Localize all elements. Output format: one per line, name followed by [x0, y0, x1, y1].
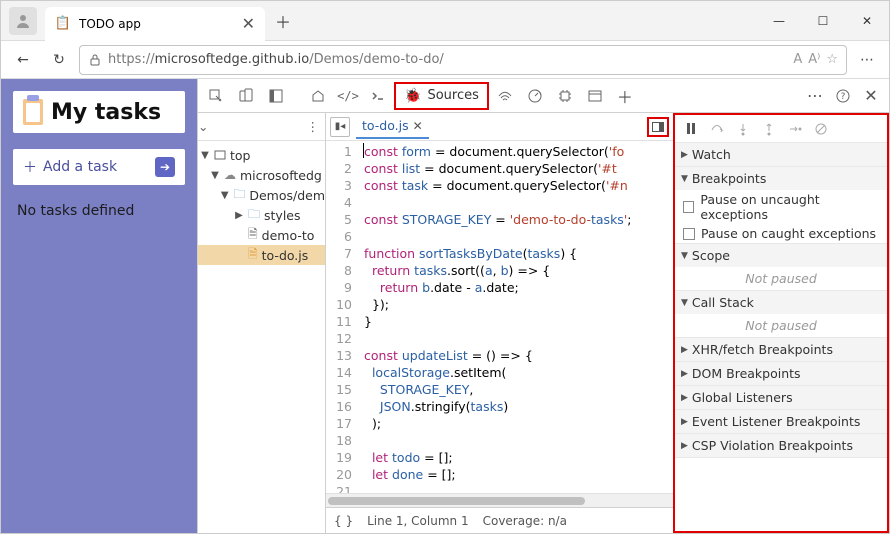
- sources-tab[interactable]: 🐞 Sources: [394, 82, 489, 110]
- editor-statusbar: { } Line 1, Column 1 Coverage: n/a: [326, 507, 673, 533]
- browser-toolbar: ← ↻ https://microsoftedge.github.io/Demo…: [1, 41, 889, 79]
- pause-button[interactable]: [681, 119, 701, 139]
- console-icon[interactable]: [364, 82, 392, 110]
- scope-section: ▼Scope Not paused: [675, 244, 887, 291]
- breakpoints-header[interactable]: ▼Breakpoints: [675, 167, 887, 190]
- window-close-icon[interactable]: ✕: [845, 1, 889, 41]
- pause-caught-checkbox[interactable]: Pause on caught exceptions: [675, 224, 887, 243]
- braces-icon[interactable]: { }: [334, 514, 353, 528]
- scope-header[interactable]: ▼Scope: [675, 244, 887, 267]
- editor-pane: ▮◂ to-do.js ✕ 12345678910111213141516171…: [326, 113, 673, 533]
- window-minimize-icon[interactable]: —: [757, 1, 801, 41]
- bug-icon: 🐞: [404, 88, 421, 104]
- devtools-more-icon[interactable]: ⋯: [801, 82, 829, 110]
- add-task-label: Add a task: [43, 159, 117, 175]
- svg-text:?: ?: [841, 92, 846, 102]
- editor-tabs: ▮◂ to-do.js ✕: [326, 113, 673, 141]
- tree-styles[interactable]: ▶🗀styles: [198, 205, 325, 225]
- horizontal-scrollbar[interactable]: [326, 493, 673, 507]
- reader-icon[interactable]: A: [793, 52, 802, 67]
- watch-section[interactable]: ▶Watch: [675, 143, 887, 167]
- step-out-icon[interactable]: [759, 119, 779, 139]
- submit-task-button[interactable]: ➔: [155, 157, 175, 177]
- help-icon[interactable]: ?: [829, 82, 857, 110]
- more-tabs-icon[interactable]: ＋: [611, 82, 639, 110]
- app-page: My tasks ＋ Add a task ➔ No tasks defined: [1, 79, 197, 533]
- app-header: My tasks: [13, 91, 185, 133]
- refresh-button[interactable]: ↻: [43, 44, 75, 76]
- url-text: https://microsoftedge.github.io/Demos/de…: [108, 52, 444, 67]
- global-section[interactable]: ▶Global Listeners: [675, 386, 887, 410]
- plus-icon: ＋: [23, 157, 37, 177]
- navigator-pane: ⌄ ⋮ ▼top ▼☁microsoftedg ▼🗀Demos/dem ▶🗀st…: [198, 113, 326, 533]
- toggle-navigator-icon[interactable]: ▮◂: [330, 117, 350, 137]
- new-tab-button[interactable]: ＋: [269, 7, 297, 35]
- chevron-down-icon: ⌄: [198, 119, 208, 134]
- tree-demos[interactable]: ▼🗀Demos/dem: [198, 185, 325, 205]
- code-content[interactable]: const form = document.querySelector('foc…: [358, 141, 673, 493]
- code-editor[interactable]: 123456789101112131415161718192021222324 …: [326, 141, 673, 493]
- dock-icon[interactable]: [262, 82, 290, 110]
- browser-titlebar: 📋 TODO app ✕ ＋ — ☐ ✕: [1, 1, 889, 41]
- add-task-input[interactable]: ＋ Add a task ➔: [13, 149, 185, 185]
- navigator-tabs[interactable]: ⌄ ⋮: [198, 113, 325, 141]
- breakpoints-section: ▼Breakpoints Pause on uncaught exception…: [675, 167, 887, 244]
- devtools-tabbar: </> 🐞 Sources ＋ ⋯ ? ✕: [198, 79, 889, 113]
- tab-favicon: 📋: [55, 16, 71, 32]
- tree-todojs[interactable]: 🗎to-do.js: [198, 245, 325, 265]
- dom-section[interactable]: ▶DOM Breakpoints: [675, 362, 887, 386]
- callstack-header[interactable]: ▼Call Stack: [675, 291, 887, 314]
- more-menu-button[interactable]: ⋯: [851, 44, 883, 76]
- site-info-icon[interactable]: [88, 53, 102, 67]
- favorites-icon[interactable]: ☆: [826, 52, 838, 67]
- tree-top[interactable]: ▼top: [198, 145, 325, 165]
- line-numbers: 123456789101112131415161718192021222324: [326, 141, 358, 493]
- elements-icon[interactable]: </>: [334, 82, 362, 110]
- step-into-icon[interactable]: [733, 119, 753, 139]
- callstack-not-paused: Not paused: [675, 314, 887, 337]
- debugger-controls: [675, 115, 887, 143]
- csp-section[interactable]: ▶CSP Violation Breakpoints: [675, 434, 887, 458]
- editor-tab-label: to-do.js: [362, 118, 409, 133]
- memory-icon[interactable]: [551, 82, 579, 110]
- performance-icon[interactable]: [521, 82, 549, 110]
- network-icon[interactable]: [491, 82, 519, 110]
- application-icon[interactable]: [581, 82, 609, 110]
- tab-close-icon[interactable]: ✕: [242, 14, 255, 33]
- app-title: My tasks: [51, 100, 161, 125]
- xhr-section[interactable]: ▶XHR/fetch Breakpoints: [675, 338, 887, 362]
- deactivate-breakpoints-icon[interactable]: [811, 119, 831, 139]
- callstack-section: ▼Call Stack Not paused: [675, 291, 887, 338]
- debugger-pane: ▶Watch ▼Breakpoints Pause on uncaught ex…: [673, 113, 889, 533]
- sources-tab-label: Sources: [427, 88, 478, 103]
- device-icon[interactable]: [232, 82, 260, 110]
- step-over-icon[interactable]: [707, 119, 727, 139]
- welcome-icon[interactable]: [304, 82, 332, 110]
- step-icon[interactable]: [785, 119, 805, 139]
- tree-host[interactable]: ▼☁microsoftedg: [198, 165, 325, 185]
- back-button[interactable]: ←: [7, 44, 39, 76]
- read-aloud-icon[interactable]: A⁾: [808, 52, 820, 67]
- scope-not-paused: Not paused: [675, 267, 887, 290]
- tab-title: TODO app: [79, 17, 234, 31]
- devtools-panel: </> 🐞 Sources ＋ ⋯ ? ✕ ⌄ ⋮: [197, 79, 889, 533]
- coverage-status: Coverage: n/a: [483, 514, 567, 528]
- pause-uncaught-checkbox[interactable]: Pause on uncaught exceptions: [675, 190, 887, 224]
- profile-avatar[interactable]: [9, 7, 37, 35]
- window-maximize-icon[interactable]: ☐: [801, 1, 845, 41]
- tree-demo-to[interactable]: 🗎demo-to: [198, 225, 325, 245]
- close-icon[interactable]: ✕: [413, 119, 423, 133]
- empty-state-text: No tasks defined: [13, 203, 185, 219]
- navigator-more-icon[interactable]: ⋮: [301, 119, 326, 134]
- inspect-icon[interactable]: [202, 82, 230, 110]
- clipboard-icon: [23, 99, 43, 125]
- toggle-debugger-icon[interactable]: [647, 117, 669, 137]
- address-bar[interactable]: https://microsoftedge.github.io/Demos/de…: [79, 45, 847, 75]
- cursor-position: Line 1, Column 1: [367, 514, 469, 528]
- browser-tab[interactable]: 📋 TODO app ✕: [45, 7, 265, 41]
- editor-tab-todojs[interactable]: to-do.js ✕: [356, 115, 429, 139]
- file-tree: ▼top ▼☁microsoftedg ▼🗀Demos/dem ▶🗀styles…: [198, 141, 325, 269]
- event-section[interactable]: ▶Event Listener Breakpoints: [675, 410, 887, 434]
- devtools-close-icon[interactable]: ✕: [857, 82, 885, 110]
